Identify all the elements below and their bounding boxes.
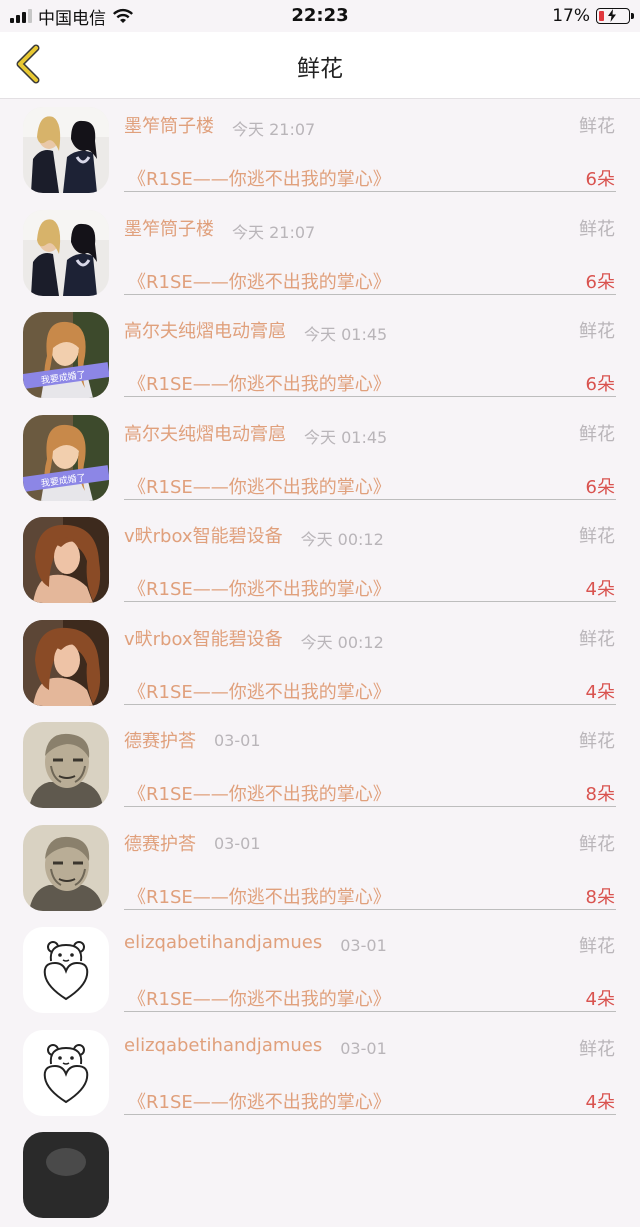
gift-time: 今天 00:12 bbox=[300, 530, 384, 549]
gift-type: 鲜花 bbox=[579, 526, 615, 547]
row-divider bbox=[124, 498, 616, 500]
gift-time: 今天 21:07 bbox=[232, 222, 316, 242]
avatar[interactable] bbox=[23, 1029, 109, 1116]
song-title: 《R1SE——你逃不出我的掌心》 bbox=[128, 374, 391, 395]
flower-count: 6朵 bbox=[585, 169, 615, 190]
flower-count: 4朵 bbox=[585, 681, 615, 703]
list-item[interactable]: 德赛护荅 03-01 鲜花《R1SE——你逃不出我的掌心》 8朵 bbox=[0, 817, 640, 920]
song-title: 《R1SE——你逃不出我的掌心》 bbox=[128, 681, 391, 703]
gift-type: 鲜花 bbox=[579, 731, 615, 752]
row-divider bbox=[124, 908, 616, 910]
sender-name[interactable]: elizqabetihandjamues bbox=[124, 1035, 322, 1056]
list-item[interactable]: 德赛护荅 03-01 鲜花《R1SE——你逃不出我的掌心》 8朵 bbox=[0, 714, 640, 817]
avatar[interactable] bbox=[23, 824, 109, 911]
gift-time: 今天 00:12 bbox=[300, 632, 384, 652]
flower-count: 8朵 bbox=[585, 784, 615, 805]
gift-type: 鲜花 bbox=[579, 628, 615, 650]
avatar[interactable] bbox=[23, 722, 109, 808]
gift-time: 03-01 bbox=[214, 731, 261, 750]
list-item[interactable]: elizqabetihandjamues 03-01 鲜花《R1SE——你逃不出我的… bbox=[0, 1022, 640, 1125]
avatar[interactable] bbox=[23, 927, 109, 1013]
flower-count: 6朵 bbox=[585, 476, 615, 498]
sender-name[interactable]: v畎rbox智能碧设备 bbox=[124, 522, 283, 548]
flower-gift-list: 墨笮筒子楼 今天 21:07 鲜花 《R1SE——你逃不出我的掌心》 6朵 墨笮筒子楼今… bbox=[0, 99, 640, 1227]
avatar[interactable] bbox=[23, 1132, 109, 1218]
song-title: 《R1SE——你逃不出我的掌心》 bbox=[128, 989, 391, 1010]
avatar[interactable] bbox=[23, 517, 109, 603]
song-title: 《R1SE——你逃不出我的掌心》 bbox=[128, 579, 391, 600]
avatar[interactable] bbox=[23, 619, 109, 706]
gift-time: 03-01 bbox=[214, 833, 261, 853]
flower-count: 4朵 bbox=[585, 989, 615, 1010]
song-title: 《R1SE——你逃不出我的掌心》 bbox=[128, 271, 391, 293]
list-item[interactable]: v畎rbox智能碧设备 今天 00:12 鲜花《R1SE——你逃不出我的掌心》 4朵 bbox=[0, 612, 640, 715]
list-item[interactable] bbox=[0, 1124, 640, 1227]
status-right: 17% bbox=[552, 6, 634, 26]
flower-count: 8朵 bbox=[585, 886, 615, 908]
gift-type: 鲜花 bbox=[579, 833, 615, 855]
list-item[interactable]: 墨笮筒子楼 今天 21:07 鲜花《R1SE——你逃不出我的掌心》 6朵 bbox=[0, 202, 640, 305]
song-title: 《R1SE——你逃不出我的掌心》 bbox=[128, 1091, 391, 1113]
sender-name[interactable]: elizqabetihandjamues bbox=[124, 932, 322, 953]
sender-name[interactable]: v畎rbox智能碧设备 bbox=[124, 625, 283, 651]
row-divider bbox=[124, 806, 616, 807]
gift-type: 鲜花 bbox=[579, 423, 615, 445]
gift-time: 03-01 bbox=[340, 936, 387, 955]
avatar[interactable]: 我要成婚了 bbox=[23, 414, 109, 501]
battery-charging-icon bbox=[596, 8, 634, 24]
list-item[interactable]: elizqabetihandjamues 03-01 鲜花《R1SE——你逃不出我的… bbox=[0, 919, 640, 1022]
navigation-bar: 鲜花 bbox=[0, 32, 640, 99]
gift-time: 今天 01:45 bbox=[304, 325, 388, 344]
status-time: 22:23 bbox=[291, 5, 349, 26]
song-title: 《R1SE——你逃不出我的掌心》 bbox=[128, 886, 391, 908]
gift-type: 鲜花 bbox=[579, 116, 615, 137]
sender-name[interactable]: 墨笮筒子楼 bbox=[124, 112, 214, 138]
sender-name[interactable]: 高尔夫纯熠电动膏扈 bbox=[124, 317, 286, 343]
list-item[interactable]: 墨笮筒子楼 今天 21:07 鲜花《R1SE——你逃不出我的掌心》 6朵 bbox=[0, 99, 640, 202]
flower-count: 4朵 bbox=[585, 1091, 615, 1113]
gift-type: 鲜花 bbox=[579, 218, 615, 240]
avatar[interactable] bbox=[23, 209, 109, 296]
row-divider bbox=[124, 1011, 616, 1012]
status-bar: 中国电信 22:23 17% bbox=[0, 0, 640, 32]
sender-name[interactable]: 高尔夫纯熠电动膏扈 bbox=[124, 420, 286, 446]
avatar[interactable]: 我要成婚了 bbox=[23, 312, 109, 398]
row-divider bbox=[124, 191, 616, 192]
row-divider bbox=[124, 293, 616, 295]
flower-count: 6朵 bbox=[585, 374, 615, 395]
avatar[interactable] bbox=[23, 107, 109, 193]
row-divider bbox=[124, 396, 616, 397]
row-divider bbox=[124, 601, 616, 602]
song-title: 《R1SE——你逃不出我的掌心》 bbox=[128, 476, 391, 498]
gift-time: 今天 21:07 bbox=[232, 120, 316, 139]
list-item[interactable]: 我要成婚了 高尔夫纯熠电动膏扈 今天 01:45 鲜花《R1SE——你逃不出我的掌心… bbox=[0, 407, 640, 510]
flower-count: 4朵 bbox=[585, 579, 615, 600]
sender-name[interactable]: 德赛护荅 bbox=[124, 727, 196, 753]
sender-name[interactable]: 墨笮筒子楼 bbox=[124, 215, 214, 241]
song-title: 《R1SE——你逃不出我的掌心》 bbox=[128, 784, 391, 805]
battery-percent: 17% bbox=[552, 6, 590, 26]
gift-type: 鲜花 bbox=[579, 1038, 615, 1060]
page-title: 鲜花 bbox=[297, 56, 343, 82]
flower-count: 6朵 bbox=[585, 271, 615, 293]
gift-type: 鲜花 bbox=[579, 321, 615, 342]
gift-time: 今天 01:45 bbox=[304, 427, 388, 447]
row-divider bbox=[124, 703, 616, 705]
list-item[interactable]: v畎rbox智能碧设备 今天 00:12 鲜花《R1SE——你逃不出我的掌心》 4朵 bbox=[0, 509, 640, 612]
row-divider bbox=[124, 1113, 616, 1115]
list-item[interactable]: 我要成婚了 高尔夫纯熠电动膏扈 今天 01:45 鲜花《R1SE——你逃不出我的掌心… bbox=[0, 304, 640, 407]
gift-type: 鲜花 bbox=[579, 936, 615, 957]
song-title: 《R1SE——你逃不出我的掌心》 bbox=[128, 169, 391, 190]
gift-time: 03-01 bbox=[340, 1038, 387, 1058]
sender-name[interactable]: 德赛护荅 bbox=[124, 830, 196, 856]
